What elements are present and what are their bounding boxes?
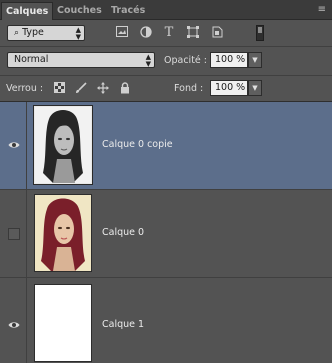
layer-thumbnail[interactable] [33, 105, 93, 185]
blend-mode-dropdown[interactable]: Normal ▲ ▼ [7, 52, 155, 68]
eye-icon [8, 322, 20, 328]
layer-name[interactable]: Calque 1 [102, 319, 144, 330]
shape-filter-icon[interactable] [186, 26, 200, 40]
image-filter-icon[interactable] [115, 26, 129, 40]
visibility-off-box [8, 228, 20, 240]
lock-transparent-pixels-icon[interactable] [52, 82, 66, 96]
layer-name[interactable]: Calque 0 [102, 227, 144, 238]
smart-object-filter-icon[interactable] [210, 26, 224, 40]
lock-label: Verrou : [6, 83, 44, 94]
fill-field[interactable]: 100 % [210, 80, 248, 96]
opacity-label: Opacité : [164, 55, 207, 66]
tab-couches[interactable]: Couches [57, 2, 102, 19]
lock-image-pixels-icon[interactable] [74, 82, 88, 96]
layers-list: Calque 0 copie Calque 0 Calque 1 [0, 102, 332, 363]
lock-position-icon[interactable] [96, 82, 110, 96]
panel-tab-bar: Calques Couches Tracés ≡ [0, 0, 332, 20]
layer-row[interactable]: Calque 0 copie [0, 102, 332, 190]
opacity-field[interactable]: 100 % [210, 52, 248, 68]
opacity-slider-button[interactable]: ▼ [248, 52, 262, 68]
filter-toggle-icon[interactable] [256, 25, 264, 41]
layer-thumbnail[interactable] [34, 284, 92, 362]
layer-row[interactable]: Calque 0 [0, 190, 332, 278]
color-portrait-thumbnail [35, 195, 91, 271]
adjustment-filter-icon[interactable] [139, 26, 153, 40]
visibility-toggle[interactable] [0, 102, 27, 189]
type-filter-icon[interactable]: T [162, 26, 176, 40]
layer-name[interactable]: Calque 0 copie [102, 139, 173, 150]
filter-kind-dropdown[interactable]: ⌕ Type ▲ ▼ [7, 25, 85, 41]
filter-kind-label: Type [22, 27, 44, 38]
blend-mode-value: Normal [14, 54, 49, 65]
eye-icon [8, 142, 20, 148]
lock-all-icon[interactable] [118, 82, 132, 96]
tab-traces[interactable]: Tracés [111, 2, 145, 19]
layer-row[interactable]: Calque 1 [0, 278, 332, 363]
panel-menu-icon[interactable]: ≡ [318, 4, 326, 15]
dropdown-arrows-icon: ▲ ▼ [75, 26, 81, 41]
fill-label: Fond : [174, 83, 204, 94]
fill-slider-button[interactable]: ▼ [248, 80, 262, 96]
visibility-toggle[interactable] [0, 190, 27, 277]
dropdown-arrows-icon: ▲ ▼ [145, 53, 151, 68]
bw-portrait-thumbnail [35, 107, 91, 183]
visibility-toggle[interactable] [0, 278, 27, 363]
search-icon: ⌕ [14, 28, 20, 38]
tab-calques[interactable]: Calques [1, 2, 54, 20]
layer-thumbnail[interactable] [34, 194, 92, 272]
